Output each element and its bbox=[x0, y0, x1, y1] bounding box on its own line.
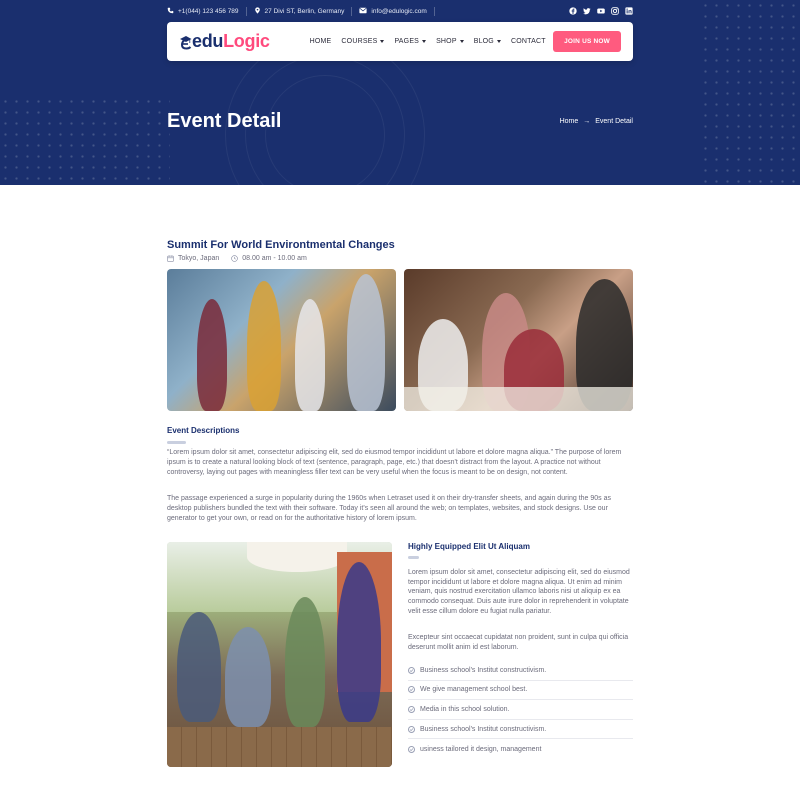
nav-label: BLOG bbox=[473, 38, 494, 45]
event-title: Summit For World Environtmental Changes bbox=[167, 239, 395, 251]
youtube-icon[interactable] bbox=[597, 7, 605, 15]
check-circle-icon bbox=[408, 705, 415, 713]
nav-label: CONTACT bbox=[510, 38, 546, 45]
nav-item-courses[interactable]: COURSES bbox=[341, 38, 385, 45]
top-info-bar: +1(044) 123 456 789 27 Divi ST, Berlin, … bbox=[167, 0, 633, 22]
main-navbar: edu Logic HOME COURSES PAGES SHOP BLOG CO… bbox=[167, 22, 633, 61]
logo-text-edu: edu bbox=[192, 31, 224, 51]
side-paragraph-1: Lorem ipsum dolor sit amet, consectetur … bbox=[408, 569, 630, 615]
nav-item-contact[interactable]: CONTACT bbox=[511, 38, 546, 45]
event-descriptions-heading: Event Descriptions bbox=[167, 426, 240, 435]
description-paragraph-1: “Lorem ipsum dolor sit amet, consectetur… bbox=[167, 449, 622, 476]
list-item-text: Media in this school solution. bbox=[420, 705, 510, 713]
nav-item-home[interactable]: HOME bbox=[310, 38, 332, 45]
join-us-button[interactable]: JOIN US NOW bbox=[553, 31, 621, 52]
page-title: Event Detail bbox=[167, 110, 282, 132]
chevron-down-icon bbox=[380, 40, 385, 43]
page-hero: +1(044) 123 456 789 27 Divi ST, Berlin, … bbox=[0, 0, 800, 185]
nav-item-shop[interactable]: SHOP bbox=[436, 38, 464, 45]
social-links bbox=[569, 7, 633, 15]
nav-item-pages[interactable]: PAGES bbox=[394, 38, 427, 45]
map-pin-icon bbox=[254, 6, 261, 16]
breadcrumb-current: Event Detail bbox=[595, 118, 633, 125]
email-text: info@edulogic.com bbox=[371, 7, 427, 15]
event-location: Tokyo, Japan bbox=[167, 255, 219, 262]
email-info[interactable]: info@edulogic.com bbox=[359, 6, 435, 16]
twitter-icon[interactable] bbox=[583, 7, 591, 15]
site-logo[interactable]: edu Logic bbox=[179, 31, 270, 52]
instagram-icon[interactable] bbox=[611, 7, 619, 15]
list-item: usiness tailored it design, management bbox=[408, 739, 633, 759]
nav-label: HOME bbox=[309, 38, 332, 45]
feature-list: Business school's Institut constructivis… bbox=[408, 661, 633, 759]
check-circle-icon bbox=[408, 725, 415, 733]
list-item: We give management school best. bbox=[408, 681, 633, 701]
check-circle-icon bbox=[408, 745, 415, 753]
side-paragraph-2: Excepteur sint occaecat cupidatat non pr… bbox=[408, 634, 629, 651]
phone-info[interactable]: +1(044) 123 456 789 bbox=[167, 6, 247, 16]
list-item: Media in this school solution. bbox=[408, 700, 633, 720]
check-circle-icon bbox=[408, 686, 415, 694]
clock-icon bbox=[231, 255, 239, 262]
dot-pattern-left bbox=[0, 96, 170, 185]
check-circle-icon bbox=[408, 666, 415, 674]
event-meta: Tokyo, Japan 08.00 am - 10.00 am bbox=[167, 255, 307, 262]
description-paragraph-2: The passage experienced a surge in popul… bbox=[167, 495, 612, 522]
main-menu: HOME COURSES PAGES SHOP BLOG CONTACT bbox=[310, 38, 546, 45]
chevron-down-icon bbox=[496, 40, 501, 43]
event-time: 08.00 am - 10.00 am bbox=[231, 255, 307, 262]
nav-label: COURSES bbox=[341, 38, 378, 45]
address-info: 27 Divi ST, Berlin, Germany bbox=[254, 6, 353, 16]
nav-label: SHOP bbox=[436, 38, 457, 45]
list-item-text: Business school's Institut constructivis… bbox=[420, 725, 547, 733]
list-item: Business school's Institut constructivis… bbox=[408, 720, 633, 740]
nav-label: PAGES bbox=[394, 38, 420, 45]
list-item: Business school's Institut constructivis… bbox=[408, 661, 633, 681]
list-item-text: We give management school best. bbox=[420, 686, 528, 694]
calendar-icon bbox=[167, 255, 174, 262]
facebook-icon[interactable] bbox=[569, 7, 577, 15]
nav-item-blog[interactable]: BLOG bbox=[474, 38, 501, 45]
side-section-heading: Highly Equipped Elit Ut Aliquam bbox=[408, 542, 530, 551]
phone-icon bbox=[167, 7, 174, 16]
chevron-down-icon bbox=[422, 40, 427, 43]
breadcrumb: Home → Event Detail bbox=[560, 118, 633, 125]
event-location-text: Tokyo, Japan bbox=[178, 255, 220, 262]
event-photo-students bbox=[167, 269, 396, 411]
envelope-icon bbox=[359, 7, 367, 16]
phone-number: +1(044) 123 456 789 bbox=[178, 7, 239, 15]
event-photo-library bbox=[404, 269, 633, 411]
graduation-cap-icon bbox=[180, 35, 192, 50]
chevron-down-icon bbox=[459, 40, 464, 43]
list-item-text: usiness tailored it design, management bbox=[420, 745, 542, 753]
heading-underline bbox=[167, 441, 186, 444]
linkedin-icon[interactable] bbox=[625, 7, 633, 15]
event-time-text: 08.00 am - 10.00 am bbox=[242, 255, 307, 262]
breadcrumb-home-link[interactable]: Home bbox=[560, 118, 579, 125]
address-text: 27 Divi ST, Berlin, Germany bbox=[264, 7, 345, 15]
heading-underline bbox=[408, 556, 419, 559]
dot-pattern-right bbox=[700, 0, 800, 185]
logo-text-logic: Logic bbox=[223, 31, 270, 51]
list-item-text: Business school's Institut constructivis… bbox=[420, 666, 547, 674]
arrow-right-icon: → bbox=[583, 118, 591, 125]
students-outdoor-photo bbox=[167, 542, 392, 767]
